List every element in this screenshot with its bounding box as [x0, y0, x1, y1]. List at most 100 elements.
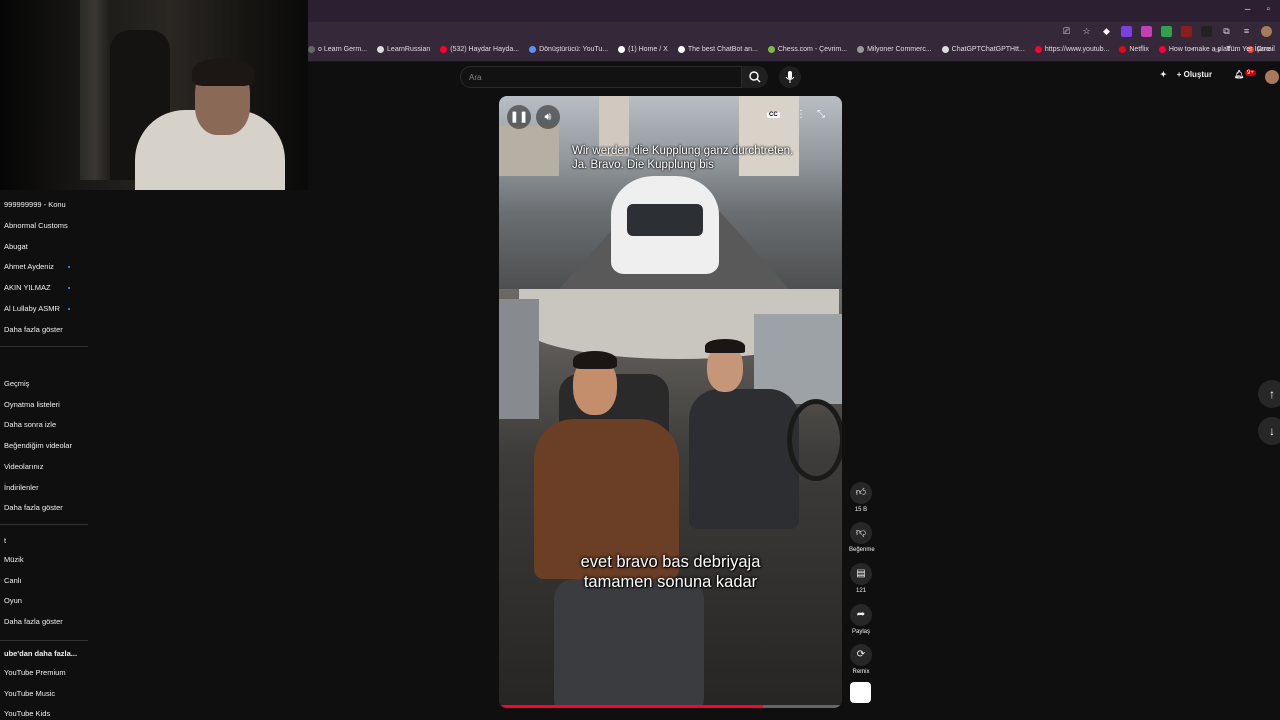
bookmark-item[interactable]: The best ChatBot an... — [677, 46, 758, 53]
sidebar-item[interactable]: YouTube Kids — [4, 709, 50, 718]
sidebar-item[interactable]: YouTube Premium — [4, 668, 66, 677]
create-label: Oluştur — [1183, 70, 1213, 79]
sidebar-divider — [0, 524, 88, 525]
bookmark-item[interactable]: Netflix — [1119, 46, 1149, 53]
sidebar-item-subscription[interactable]: Al Lullaby ASMR — [4, 304, 60, 313]
bookmark-favicon-icon — [1119, 46, 1127, 53]
sidebar-item[interactable]: Daha fazla göster — [4, 617, 63, 626]
more-options-icon[interactable]: ⋮ — [796, 109, 806, 120]
bookmark-label: (1) Home / X — [628, 46, 668, 53]
webcam-overlay — [0, 0, 308, 190]
sidebar-item[interactable]: Oynatma listeleri — [4, 400, 60, 409]
star-icon[interactable]: ☆ — [1081, 26, 1092, 37]
sidebar-item[interactable]: YouTube Music — [4, 689, 55, 698]
sidebar-item-subscription[interactable]: Abnormal Customs — [4, 221, 68, 230]
bookmarks-overflow-button[interactable]: » — [1190, 46, 1194, 54]
captions-button[interactable]: CC — [767, 112, 780, 118]
remix-icon[interactable]: ⟳ — [850, 644, 872, 666]
dislike-action[interactable]: 👎︎ Beğenme — [849, 522, 875, 553]
sidebar-item[interactable]: Oyun — [4, 596, 22, 605]
minimize-button[interactable]: – — [1245, 4, 1251, 15]
bookmark-label: Netflix — [1129, 46, 1149, 53]
previous-short-button[interactable]: ↑ — [1258, 380, 1280, 408]
expand-icon[interactable]: ⤡ — [817, 109, 825, 120]
voice-search-button[interactable] — [779, 66, 801, 88]
channel-thumbnail[interactable] — [850, 682, 871, 703]
sidebar-item[interactable]: Daha fazla göster — [4, 503, 63, 512]
live-indicator — [68, 287, 70, 290]
video-player[interactable]: ❚❚ 🔊︎ CC ⋮ ⤡ Wir werden die Kupplung gan… — [499, 96, 842, 708]
bookmark-label: Dönüştürücü: YouTu... — [539, 46, 609, 53]
bookmark-favicon-icon — [529, 46, 537, 53]
sidebar-item-subscription[interactable]: Ahmet Aydeniz — [4, 262, 54, 271]
bookmark-label: o Learn Germ... — [318, 46, 368, 53]
thumbs-up-icon[interactable]: 👍︎ — [850, 482, 872, 504]
all-bookmarks-button[interactable]: Tüm Yer İşare — [1226, 46, 1270, 54]
live-indicator — [68, 308, 70, 310]
bookmark-item[interactable]: Milyoner Commerc... — [857, 46, 932, 53]
remix-action[interactable]: ⟳ Remix — [849, 644, 873, 675]
extension-icon[interactable] — [1201, 26, 1212, 37]
bookmark-label: Milyoner Commerc... — [867, 46, 932, 53]
sidebar-item[interactable]: Canlı — [4, 576, 22, 585]
bookmark-item[interactable]: o Learn Germ... — [308, 46, 367, 53]
sidebar-item-subscription[interactable]: AKIN YILMAZ — [4, 283, 51, 292]
extension-icon[interactable]: ◆ — [1101, 26, 1112, 37]
sidebar-item-subscription[interactable]: Abugat — [4, 242, 28, 251]
thumbs-down-icon[interactable]: 👎︎ — [850, 522, 872, 544]
extension-icon[interactable] — [1121, 26, 1132, 37]
bookmark-item[interactable]: https://www.youtub... — [1034, 46, 1109, 53]
extension-icon[interactable] — [1161, 26, 1172, 37]
maximize-button[interactable]: ▫ — [1266, 4, 1270, 15]
share-label: Paylaş — [851, 629, 870, 635]
create-button[interactable]: + Oluştur — [1177, 70, 1212, 79]
comment-action[interactable]: ▤ 121 — [849, 563, 873, 594]
sidebar-item[interactable]: İndirilenler — [4, 483, 39, 492]
sidebar-item[interactable]: Müzik — [4, 555, 24, 564]
shorts-icon[interactable]: ✦ — [1160, 70, 1167, 79]
media-icon[interactable]: ≡ — [1241, 26, 1252, 37]
webcam-curtain — [80, 0, 110, 180]
remix-label: Remix — [852, 669, 870, 675]
pause-button[interactable]: ❚❚ — [507, 105, 531, 129]
share-icon[interactable]: ➦ — [850, 604, 872, 626]
sidebar-item[interactable]: Daha sonra izle — [4, 420, 56, 429]
bookmark-item[interactable]: Dönüştürücü: YouTu... — [529, 46, 608, 53]
search-button[interactable] — [742, 66, 768, 88]
next-short-button[interactable]: ↓ — [1258, 417, 1280, 445]
bookmark-item[interactable]: Chess.com - Çevrim... — [767, 46, 847, 53]
progress-bar[interactable] — [499, 705, 764, 708]
bell-icon[interactable]: 🔔︎ — [1234, 70, 1244, 79]
avatar[interactable] — [1265, 70, 1279, 84]
profile-icon[interactable] — [1261, 26, 1272, 37]
subtitle-top: Wir werden die Kupplung ganz durchtreten… — [572, 144, 793, 172]
extension-icon[interactable] — [1141, 26, 1152, 37]
sidebar-item[interactable]: Videolarınız — [4, 462, 43, 471]
search-placeholder: Ara — [469, 73, 482, 82]
cast-icon[interactable]: ⎚ — [1061, 26, 1072, 37]
sidebar-item-subscription[interactable]: Daha fazla göster — [4, 325, 63, 334]
comment-icon[interactable]: ▤ — [850, 563, 872, 585]
bookmark-label: ChatGPTChatGPTHtt... — [951, 46, 1025, 53]
sidebar-item[interactable]: Beğendiğim videolar — [4, 441, 72, 450]
subtitle-top-line: Ja. Bravo. Die Kupplung bis — [572, 159, 714, 171]
microphone-icon — [785, 71, 795, 83]
folder-icon: ▭ — [1213, 47, 1221, 54]
bookmark-item[interactable]: (1) Home / X — [618, 46, 668, 53]
like-action[interactable]: 👍︎ 15 B — [849, 482, 873, 513]
volume-button[interactable]: 🔊︎ — [536, 105, 560, 129]
bookmark-favicon-icon — [677, 46, 685, 53]
search-input[interactable] — [460, 66, 742, 88]
puzzle-icon[interactable]: ⧉ — [1221, 26, 1232, 37]
bookmark-item[interactable]: (532) Haydar Hayda... — [440, 46, 519, 53]
sidebar-item-subscription[interactable]: 999999999 - Konu — [4, 200, 66, 209]
live-indicator — [68, 266, 70, 269]
bookmarks-right: » ▭ Tüm Yer İşare — [1190, 46, 1270, 54]
toolbar-icons: ⎚ ☆ ◆ ⧉ ≡ — [1061, 26, 1272, 37]
bookmark-item[interactable]: LearnRussian — [377, 46, 430, 53]
extension-icon[interactable] — [1181, 26, 1192, 37]
sidebar-item[interactable]: Geçmiş — [4, 379, 29, 388]
share-action[interactable]: ➦ Paylaş — [849, 604, 873, 635]
bookmark-item[interactable]: ChatGPTChatGPTHtt... — [941, 46, 1025, 53]
bookmark-label: (532) Haydar Hayda... — [450, 46, 520, 53]
